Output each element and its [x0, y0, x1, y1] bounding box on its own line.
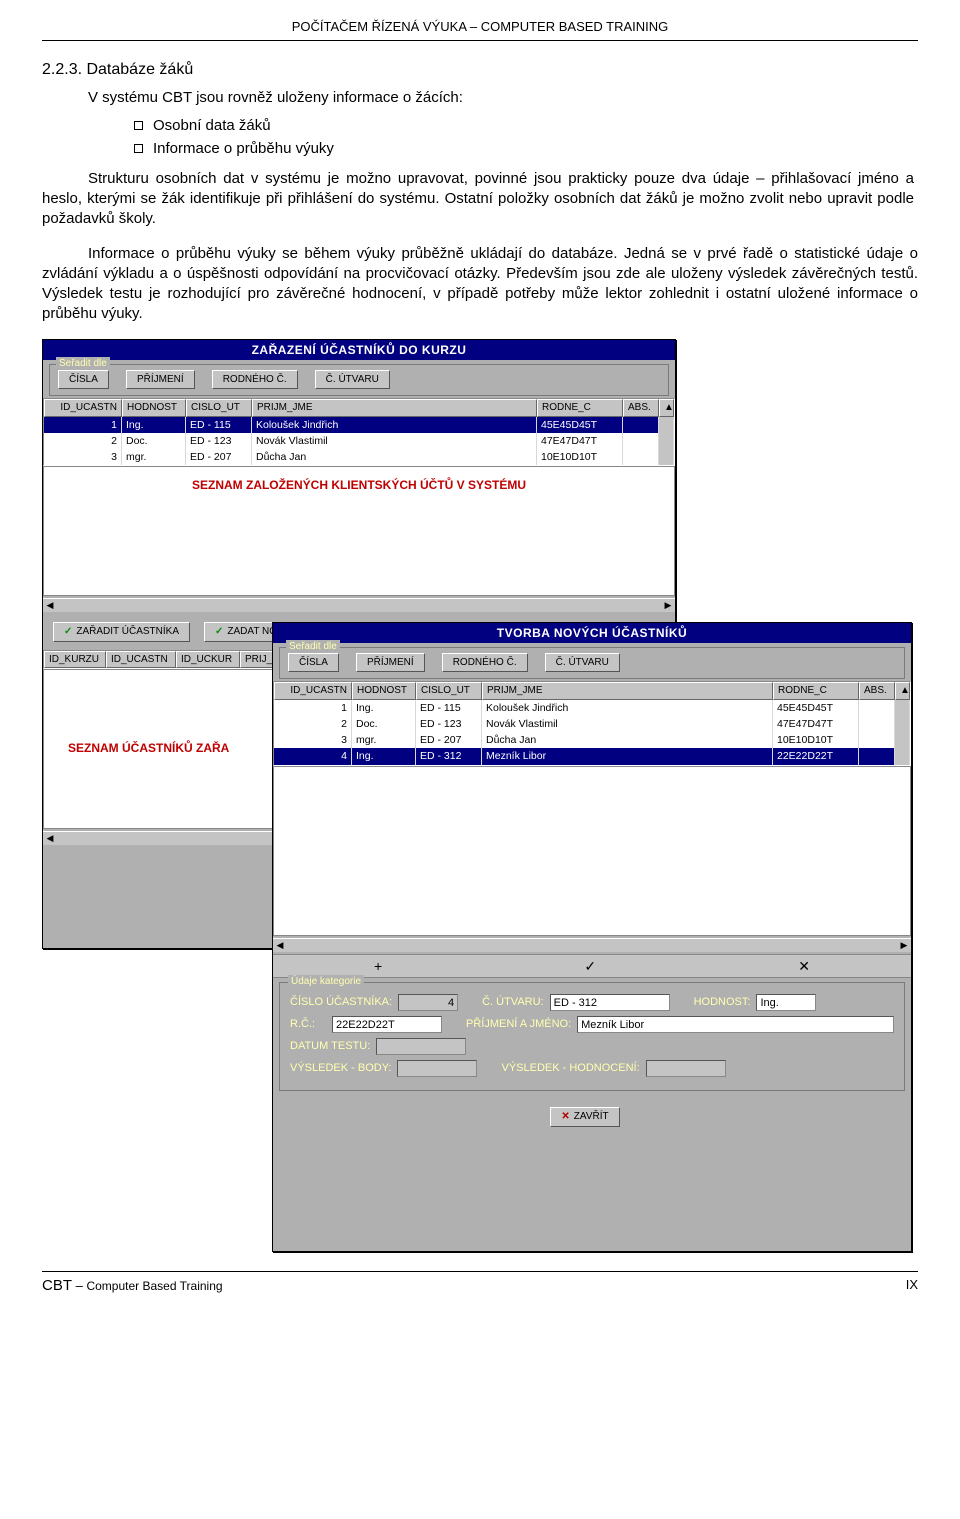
sort-rc-button[interactable]: RODNÉHO Č.: [212, 370, 298, 390]
hod-label: HODNOST:: [694, 995, 751, 1010]
table-row[interactable]: 3mgr.ED - 207Důcha Jan10E10D10T: [274, 732, 910, 748]
sort-fieldset-b: Seřadit dle ČÍSLA PŘÍJMENÍ RODNÉHO Č. Č.…: [279, 647, 905, 680]
hod-input[interactable]: Ing.: [756, 994, 816, 1011]
category-form: Údaje kategorie ČÍSLO ÚČASTNÍKA: 4 Č. ÚT…: [279, 982, 905, 1091]
delete-icon[interactable]: ✕: [798, 957, 810, 976]
th-cis: CISLO_UT: [186, 399, 252, 417]
table-row[interactable]: 1 Ing. ED - 115 Koloušek Jindřich 45E45D…: [44, 417, 674, 433]
title-a: ZAŘAZENÍ ÚČASTNÍKŮ DO KURZU: [43, 340, 675, 360]
thb-abs: ABS.: [859, 682, 895, 700]
sort-utvar-button-b[interactable]: Č. ÚTVARU: [545, 653, 620, 673]
jmeno-input[interactable]: Mezník Libor: [577, 1016, 894, 1033]
table-row[interactable]: 2 Doc. ED - 123 Novák Vlastimil 47E47D47…: [44, 433, 674, 449]
sort-label-b: Seřadit dle: [286, 640, 340, 654]
th-abs: ABS.: [623, 399, 659, 417]
datum-input[interactable]: [376, 1038, 466, 1055]
scrollbar[interactable]: ◀▶: [273, 938, 911, 952]
page-header: POČÍTAČEM ŘÍZENÁ VÝUKA – COMPUTER BASED …: [42, 18, 918, 41]
sort-cisla-button[interactable]: ČÍSLA: [58, 370, 109, 390]
scrollbar[interactable]: ◀▶: [43, 598, 675, 612]
table-row[interactable]: 1Ing.ED - 115Koloušek Jindřich45E45D45T: [274, 700, 910, 716]
participants-table: ID_UCASTN HODNOST CISLO_UT PRIJM_JME ROD…: [273, 681, 911, 765]
utvar-input[interactable]: ED - 312: [550, 994, 670, 1011]
th-pri: PRIJM_JME: [252, 399, 537, 417]
accounts-table: ID_UCASTN HODNOST CISLO_UT PRIJM_JME ROD…: [43, 398, 675, 466]
paragraph-1: Strukturu osobních dat v systému je možn…: [42, 169, 914, 230]
window-new-participant: TVORBA NOVÝCH ÚČASTNÍKŮ Seřadit dle ČÍSL…: [272, 622, 912, 1252]
cislo-input[interactable]: 4: [398, 994, 458, 1011]
th-hon: HODNOST: [122, 399, 186, 417]
hodn-input[interactable]: [646, 1060, 726, 1077]
scroll-head: ▲: [659, 399, 674, 417]
form-legend: Údaje kategorie: [288, 975, 364, 989]
zaradit-button[interactable]: ✓ZAŘADIT ÚČASTNÍKA: [53, 622, 190, 642]
cislo-label: ČÍSLO ÚČASTNÍKA:: [290, 995, 392, 1010]
sort-fieldset-a: Seřadit dle ČÍSLA PŘÍJMENÍ RODNÉHO Č. Č.…: [49, 364, 669, 397]
intro-text: V systému CBT jsou rovněž uloženy inform…: [88, 88, 914, 108]
add-icon[interactable]: +: [374, 957, 382, 976]
thb-pri: PRIJM_JME: [482, 682, 773, 700]
thb-cis: CISLO_UT: [416, 682, 482, 700]
jmeno-label: PŘÍJMENÍ A JMÉNO:: [466, 1017, 571, 1032]
th2-kurzu: ID_KURZU: [44, 651, 106, 669]
sort-prijmeni-button[interactable]: PŘÍJMENÍ: [126, 370, 195, 390]
screenshots: ZAŘAZENÍ ÚČASTNÍKŮ DO KURZU Seřadit dle …: [42, 339, 918, 1259]
sort-label: Seřadit dle: [56, 357, 110, 371]
page-footer: CBT – Computer Based Training IX: [42, 1271, 918, 1296]
thb-id: ID_UCASTN: [274, 682, 352, 700]
bullet-item: Osobní data žáků: [153, 116, 271, 136]
sort-prijmeni-button-b[interactable]: PŘÍJMENÍ: [356, 653, 425, 673]
paragraph-2: Informace o průběhu výuky se během výuky…: [42, 244, 918, 325]
th2-uckur: ID_UCKUR: [176, 651, 240, 669]
body-input[interactable]: [397, 1060, 477, 1077]
table-row[interactable]: 2Doc.ED - 123Novák Vlastimil47E47D47T: [274, 716, 910, 732]
footer-left: CBT – Computer Based Training: [42, 1276, 223, 1296]
close-button-b[interactable]: ✕ZAVŘÍT: [550, 1107, 619, 1127]
title-b: TVORBA NOVÝCH ÚČASTNÍKŮ: [273, 623, 911, 643]
table-row[interactable]: 3 mgr. ED - 207 Důcha Jan 10E10D10T: [44, 449, 674, 465]
bullet-item: Informace o průběhu výuky: [153, 139, 334, 159]
th2-ucastn: ID_UCASTN: [106, 651, 176, 669]
rc-label: R.Č.:: [290, 1017, 326, 1032]
hodn-label: VÝSLEDEK - HODNOCENÍ:: [501, 1061, 639, 1076]
datum-label: DATUM TESTU:: [290, 1039, 370, 1054]
sort-rc-button-b[interactable]: RODNÉHO Č.: [442, 653, 528, 673]
thb-rc: RODNE_C: [773, 682, 859, 700]
th-id: ID_UCASTN: [44, 399, 122, 417]
table-row[interactable]: 4Ing.ED - 312Mezník Libor22E22D22T: [274, 748, 910, 764]
caption-accounts: SEZNAM ZALOŽENÝCH KLIENTSKÝCH ÚČTŮ V SYS…: [44, 477, 674, 493]
thb-hon: HODNOST: [352, 682, 416, 700]
rc-input[interactable]: 22E22D22T: [332, 1016, 442, 1033]
bullet-list: Osobní data žáků Informace o průběhu výu…: [134, 116, 914, 159]
sort-cisla-button-b[interactable]: ČÍSLA: [288, 653, 339, 673]
section-number: 2.2.3. Databáze žáků: [42, 59, 918, 81]
footer-right: IX: [906, 1276, 918, 1296]
sort-utvar-button[interactable]: Č. ÚTVARU: [315, 370, 390, 390]
utvar-label: Č. ÚTVARU:: [482, 995, 544, 1010]
confirm-icon[interactable]: ✓: [584, 957, 596, 976]
body-label: VÝSLEDEK - BODY:: [290, 1061, 391, 1076]
record-nav[interactable]: + ✓ ✕: [273, 954, 911, 979]
th-rc: RODNE_C: [537, 399, 623, 417]
